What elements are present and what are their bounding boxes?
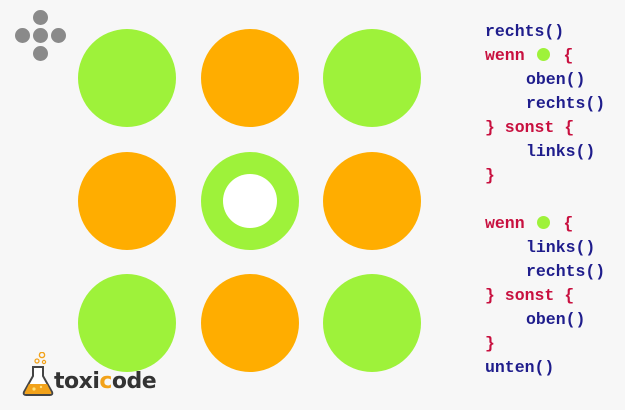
- flask-icon: [22, 352, 54, 396]
- player-marker: [223, 174, 277, 228]
- condition-color-swatch: [536, 48, 550, 61]
- code-brace: {: [563, 214, 574, 233]
- code-line: rechts(): [485, 260, 605, 284]
- code-line: oben(): [485, 68, 605, 92]
- logo-text-accent: c: [99, 369, 112, 394]
- board-cell-green[interactable]: [78, 29, 176, 127]
- toxicode-logo: toxicode: [20, 352, 157, 400]
- logo-wordmark: toxicode: [54, 369, 157, 394]
- code-line: } sonst {: [485, 284, 605, 308]
- board-cell-green[interactable]: [323, 274, 421, 372]
- code-line: wenn {: [485, 212, 605, 236]
- board-cell-green[interactable]: [323, 29, 421, 127]
- board-cell-green[interactable]: [201, 152, 299, 250]
- code-keyword: }: [485, 334, 495, 353]
- code-function-call: rechts(): [526, 94, 606, 113]
- code-keyword: wenn: [485, 214, 525, 233]
- code-function-call: rechts(): [526, 262, 606, 281]
- code-line: }: [485, 332, 605, 356]
- board-cell-orange[interactable]: [78, 152, 176, 250]
- code-line: rechts(): [485, 92, 605, 116]
- code-keyword: }: [485, 166, 495, 185]
- code-line: oben(): [485, 308, 605, 332]
- code-line: }: [485, 164, 605, 188]
- logo-text-before: toxi: [54, 369, 100, 394]
- code-line: rechts(): [485, 20, 605, 44]
- code-keyword: } sonst {: [485, 118, 575, 137]
- code-function-call: oben(): [526, 310, 586, 329]
- code-line: } sonst {: [485, 116, 605, 140]
- code-line: links(): [485, 140, 605, 164]
- logo-text-after: ode: [111, 369, 157, 394]
- code-function-call: unten(): [485, 358, 555, 377]
- board-cell-orange[interactable]: [201, 274, 299, 372]
- code-keyword: wenn: [485, 46, 525, 65]
- code-function-call: links(): [526, 142, 596, 161]
- code-function-call: oben(): [526, 70, 586, 89]
- code-line: wenn {: [485, 44, 605, 68]
- code-keyword: } sonst {: [485, 286, 575, 305]
- board-cell-orange[interactable]: [201, 29, 299, 127]
- code-function-call: rechts(): [485, 22, 565, 41]
- code-line: unten(): [485, 356, 605, 380]
- code-brace: {: [563, 46, 574, 65]
- board-cell-orange[interactable]: [323, 152, 421, 250]
- code-line: links(): [485, 236, 605, 260]
- code-panel: rechts() wenn { oben() rechts() } sonst { lin…: [485, 20, 605, 380]
- condition-color-swatch: [536, 216, 550, 229]
- code-function-call: links(): [526, 238, 596, 257]
- game-board: [0, 0, 470, 410]
